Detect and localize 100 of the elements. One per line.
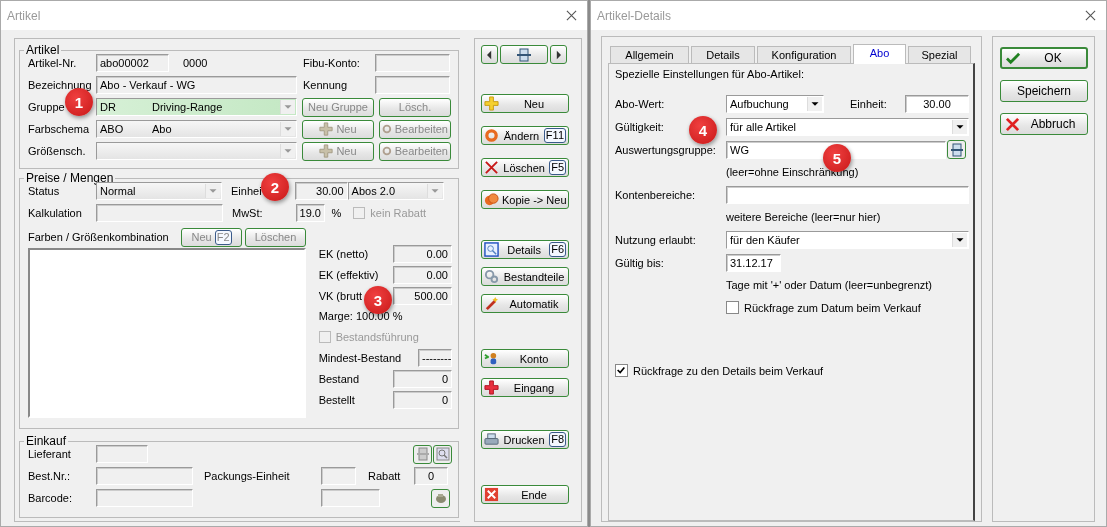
- input-field[interactable]: 0.00: [393, 265, 452, 284]
- tab[interactable]: Spezial: [908, 46, 971, 63]
- plus-icon: [484, 96, 499, 111]
- print-button[interactable]: [947, 140, 966, 159]
- input-field[interactable]: 30.00: [905, 94, 969, 113]
- dropdown[interactable]: Normal: [96, 182, 222, 200]
- hint-text: Tage mit '+' oder Datum (leer=unbegrenzt): [726, 278, 933, 293]
- printer-icon: [415, 447, 430, 461]
- input-field[interactable]: [96, 467, 193, 485]
- input-field[interactable]: [321, 489, 380, 507]
- right-triangle-icon: [555, 49, 562, 60]
- next-button[interactable]: [550, 45, 567, 64]
- button[interactable]: Drucken F8: [481, 430, 569, 449]
- caret-icon: [205, 184, 220, 198]
- input-field[interactable]: [96, 204, 223, 222]
- button[interactable]: OK: [1000, 47, 1088, 69]
- field-label: Einheit:: [850, 97, 888, 110]
- button[interactable]: Details F6: [481, 240, 569, 259]
- button[interactable]: Eingang: [481, 378, 569, 397]
- field-label: Barcode:: [28, 492, 73, 504]
- section-heading: Spezielle Einstellungen für Abo-Artikel:: [615, 68, 805, 80]
- checkbox-label: Bestandsführung: [335, 330, 419, 343]
- button[interactable]: Ändern F11: [481, 126, 569, 145]
- dropdown[interactable]: Abos 2.0: [347, 182, 444, 200]
- input-field[interactable]: [96, 445, 148, 463]
- input-field[interactable]: 0: [393, 390, 452, 409]
- cross-icon: [484, 160, 499, 175]
- group-title: Preise / Mengen: [25, 171, 115, 185]
- button[interactable]: Abbruch: [1000, 113, 1088, 135]
- field-label: Fibu-Konto:: [303, 57, 361, 69]
- input-field[interactable]: [375, 76, 450, 94]
- field-label: Best.Nr.:: [28, 470, 71, 482]
- dropdown[interactable]: [96, 142, 297, 160]
- field-label: Status: [28, 185, 60, 197]
- input-field[interactable]: 31.12.17: [726, 253, 781, 272]
- input-field[interactable]: abo00002: [96, 54, 169, 72]
- dropdown[interactable]: für den Käufer: [726, 230, 969, 249]
- field-label: EK (netto): [318, 247, 369, 260]
- tab[interactable]: Abo: [853, 44, 906, 64]
- wand-icon: [484, 296, 499, 311]
- group-title: Einkauf: [25, 434, 68, 448]
- button[interactable]: Löschen F5: [481, 158, 569, 177]
- button[interactable]: Speichern: [1000, 80, 1088, 102]
- input-field[interactable]: 0.00: [393, 244, 452, 263]
- button[interactable]: Automatik: [481, 294, 569, 313]
- button[interactable]: Kopie -> Neu: [481, 190, 569, 209]
- printer-icon: [516, 47, 532, 62]
- input-field[interactable]: --------: [418, 348, 452, 367]
- input-field[interactable]: Abo - Verkauf - WG: [96, 76, 297, 94]
- dropdown[interactable]: DR Driving-Range: [96, 98, 297, 116]
- left-triangle-icon: [486, 49, 493, 60]
- previous-button[interactable]: [481, 45, 498, 64]
- hint-text: weitere Bereiche (leer=nur hier): [726, 210, 882, 225]
- dropdown[interactable]: Aufbuchung: [726, 94, 824, 113]
- checkbox[interactable]: [615, 364, 628, 377]
- list-label: Farben / Größenkombination: [28, 231, 170, 243]
- field-label: Kennung: [303, 79, 349, 91]
- people-icon: [484, 351, 499, 366]
- printer-icon: [949, 142, 964, 157]
- field-label: Artikel-Nr.: [28, 57, 77, 69]
- close-icon[interactable]: [566, 10, 577, 21]
- print-button[interactable]: [500, 45, 548, 64]
- search-button[interactable]: [433, 444, 452, 464]
- plus-icon: [319, 144, 334, 158]
- close-icon[interactable]: [1085, 10, 1096, 21]
- input-field[interactable]: 19.0: [295, 204, 325, 222]
- button[interactable]: Ende: [481, 485, 569, 504]
- caret-icon: [952, 232, 967, 247]
- field-label: Gruppe: [28, 101, 65, 113]
- ring-icon: [382, 144, 392, 158]
- tab[interactable]: Details: [691, 46, 755, 63]
- field-label: Größensch.: [28, 145, 86, 157]
- tab[interactable]: Allgemein: [610, 46, 689, 63]
- input-field[interactable]: [321, 467, 356, 485]
- print-button[interactable]: [413, 444, 432, 464]
- checkbox[interactable]: [726, 301, 739, 314]
- field-label: Mindest-Bestand: [318, 351, 402, 364]
- caret-icon: [280, 122, 295, 136]
- field-text: 0000: [183, 57, 209, 69]
- field-label: Gültigkeit:: [615, 120, 664, 133]
- cross-icon: [1005, 116, 1020, 132]
- input-field[interactable]: 30.00: [294, 182, 348, 200]
- tab[interactable]: Konfiguration: [757, 46, 851, 63]
- input-field[interactable]: [96, 489, 193, 507]
- input-field[interactable]: 0: [393, 369, 452, 388]
- printer-icon: [484, 432, 499, 447]
- window-title: Artikel: [7, 8, 41, 23]
- button[interactable]: Konto: [481, 349, 569, 368]
- field-label: Abo-Wert:: [615, 97, 665, 110]
- input-field[interactable]: [726, 185, 969, 204]
- input-field[interactable]: [375, 54, 450, 72]
- dropdown[interactable]: für alle Artikel: [726, 117, 969, 136]
- caret-icon: [280, 100, 295, 114]
- field-label: Einhei: [231, 185, 262, 197]
- dropdown[interactable]: ABO Abo: [96, 120, 297, 138]
- button[interactable]: Bestandteile: [481, 267, 569, 286]
- input-field[interactable]: 0: [414, 467, 448, 485]
- field-label: MwSt:: [232, 207, 263, 219]
- button[interactable]: Neu: [481, 94, 569, 113]
- input-field[interactable]: 500.00: [393, 286, 452, 305]
